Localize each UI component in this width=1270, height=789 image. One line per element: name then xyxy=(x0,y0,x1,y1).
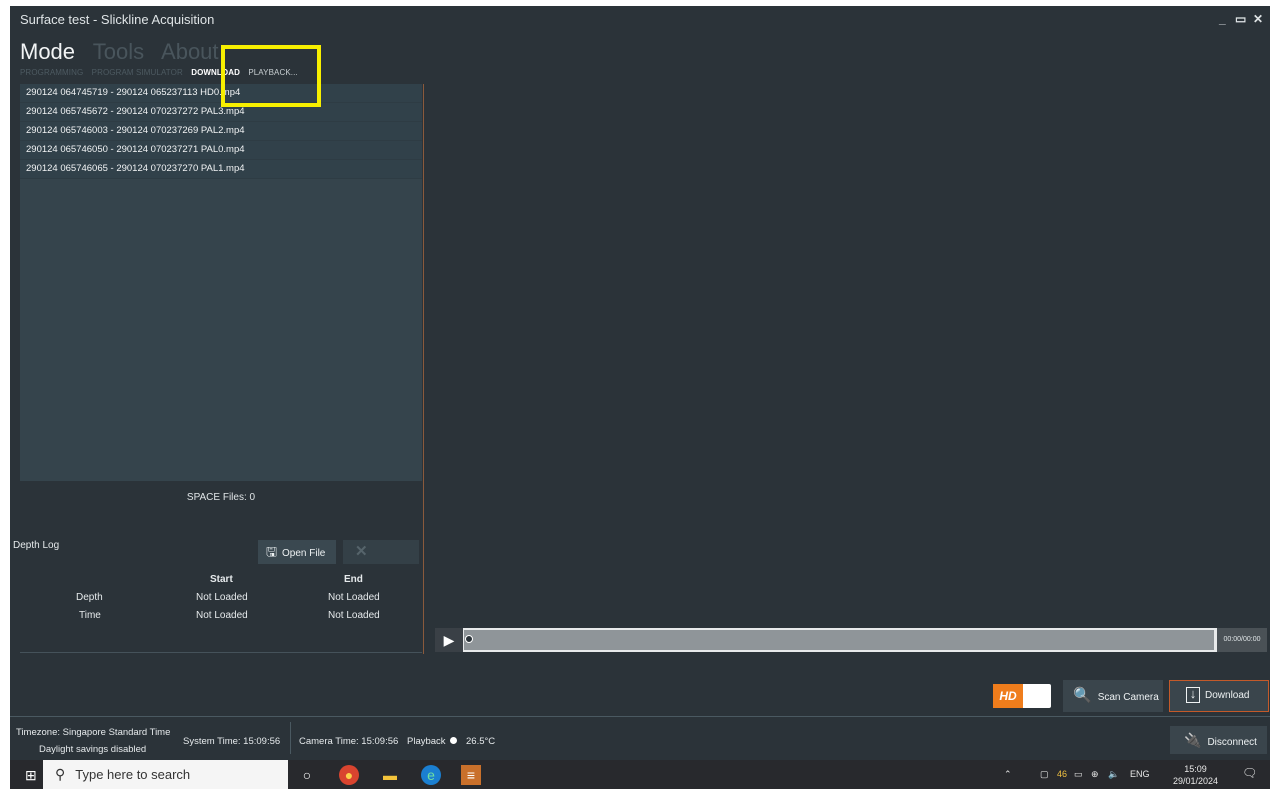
file-item[interactable]: 290124 065746050 - 290124 070237271 PAL0… xyxy=(20,141,422,160)
daylight-text: Daylight savings disabled xyxy=(39,744,147,755)
system-time: System Time: 15:09:56 xyxy=(183,736,281,747)
depth-row-label: Depth xyxy=(76,592,103,603)
open-file-button[interactable]: 🖫 Open File xyxy=(258,540,336,564)
notification-icon[interactable]: 🗨 xyxy=(1242,766,1257,780)
highlight-annotation xyxy=(221,45,321,107)
volume-icon[interactable]: 🔈 xyxy=(1108,769,1119,780)
slickline-app-icon[interactable]: ≡ xyxy=(461,765,481,785)
restore-button[interactable]: ▭ xyxy=(1235,12,1246,26)
tray-count: 46 xyxy=(1057,769,1068,779)
depth-log-label: Depth Log xyxy=(13,540,60,551)
time-row-label: Time xyxy=(79,610,101,621)
main-menu: Mode Tools About xyxy=(20,39,231,65)
file-item[interactable]: 290124 065746065 - 290124 070237270 PAL1… xyxy=(20,160,422,179)
playback-dot-icon xyxy=(450,737,458,744)
download-icon: ↓ xyxy=(1186,687,1200,703)
menu-tools[interactable]: Tools xyxy=(93,39,144,64)
minimize-button[interactable]: _ xyxy=(1219,12,1226,26)
battery-icon[interactable]: ▭ xyxy=(1074,769,1083,780)
search-placeholder: Type here to search xyxy=(75,767,191,782)
hd-label: HD xyxy=(993,684,1023,708)
close-file-button[interactable]: ✕ xyxy=(343,540,419,564)
file-item[interactable]: 290124 065746003 - 290124 070237269 PAL2… xyxy=(20,122,422,141)
file-list: 290124 064745719 - 290124 065237113 HD0.… xyxy=(20,84,422,481)
language-indicator[interactable]: ENG xyxy=(1130,769,1150,779)
app-window: Surface test - Slickline Acquisition _ ▭… xyxy=(10,6,1270,760)
start-header: Start xyxy=(210,574,233,585)
disconnect-button[interactable]: 🔌 Disconnect xyxy=(1170,726,1267,754)
clock-date: 29/01/2024 xyxy=(1173,776,1219,786)
disconnect-label: Disconnect xyxy=(1207,737,1257,748)
end-header: End xyxy=(344,574,363,585)
panel-divider xyxy=(423,84,424,654)
close-button[interactable]: ✕ xyxy=(1253,12,1263,26)
space-files-count: SPACE Files: 0 xyxy=(186,492,256,503)
play-icon: ▶ xyxy=(443,632,455,648)
playback-time: 00:00/00:00 xyxy=(1217,628,1267,652)
temperature: 26.5°C xyxy=(466,736,496,747)
tray-device-icon[interactable]: ▢ xyxy=(1040,769,1049,780)
network-icon[interactable]: ⊕ xyxy=(1091,769,1099,780)
depth-start-value: Not Loaded xyxy=(196,592,248,603)
save-file-icon: 🖫 xyxy=(266,544,278,559)
search-icon: ⚲ xyxy=(55,766,66,782)
camera-time: Camera Time: 15:09:56 xyxy=(299,736,399,747)
scan-camera-button[interactable]: 🔍 Scan Camera xyxy=(1063,680,1163,712)
title-bar: Surface test - Slickline Acquisition _ ▭… xyxy=(10,6,1270,34)
tab-programming[interactable]: PROGRAMMING xyxy=(20,68,83,77)
menu-mode[interactable]: Mode xyxy=(20,39,75,64)
playback-status: Playback xyxy=(407,736,458,747)
download-label: Download xyxy=(1205,690,1250,701)
video-player-bar: ▶ 00:00/00:00 xyxy=(435,628,1267,652)
seek-handle[interactable] xyxy=(465,635,473,643)
menu-about[interactable]: About xyxy=(161,39,219,64)
taskbar-search-box[interactable]: ⚲ Type here to search xyxy=(43,760,288,789)
open-file-label: Open File xyxy=(282,548,326,559)
download-button[interactable]: ↓ Download xyxy=(1169,680,1269,712)
status-separator xyxy=(290,722,291,754)
close-icon: ✕ xyxy=(355,543,368,560)
playback-label: Playback xyxy=(407,736,446,747)
window-title: Surface test - Slickline Acquisition xyxy=(20,12,215,27)
seek-track[interactable] xyxy=(464,630,1214,650)
depth-end-value: Not Loaded xyxy=(328,592,380,603)
scan-camera-label: Scan Camera xyxy=(1097,692,1159,703)
hd-toggle[interactable]: HD xyxy=(993,684,1051,708)
search-icon: 🔍 xyxy=(1073,687,1092,704)
tab-program-simulator[interactable]: PROGRAM SIMULATOR xyxy=(92,68,183,77)
time-start-value: Not Loaded xyxy=(196,610,248,621)
file-explorer-icon[interactable]: ▬ xyxy=(380,765,400,785)
play-button[interactable]: ▶ xyxy=(435,628,463,652)
chrome-icon[interactable]: ● xyxy=(339,765,359,785)
clock-time: 15:09 xyxy=(1184,764,1207,774)
time-end-value: Not Loaded xyxy=(328,610,380,621)
plug-icon: 🔌 xyxy=(1184,732,1202,748)
edge-icon[interactable]: e xyxy=(421,765,441,785)
windows-taskbar: ⊞ ⚲ Type here to search ○ ● ▬ e ≡ ⌃ ▢ 46 … xyxy=(10,760,1270,789)
timezone-text: Timezone: Singapore Standard Time xyxy=(16,727,171,738)
cortana-icon[interactable]: ○ xyxy=(297,765,317,785)
windows-start-icon[interactable]: ⊞ xyxy=(25,767,37,784)
tray-chevron-icon[interactable]: ⌃ xyxy=(1004,769,1012,780)
taskbar-clock[interactable]: 15:09 29/01/2024 xyxy=(1173,763,1218,787)
